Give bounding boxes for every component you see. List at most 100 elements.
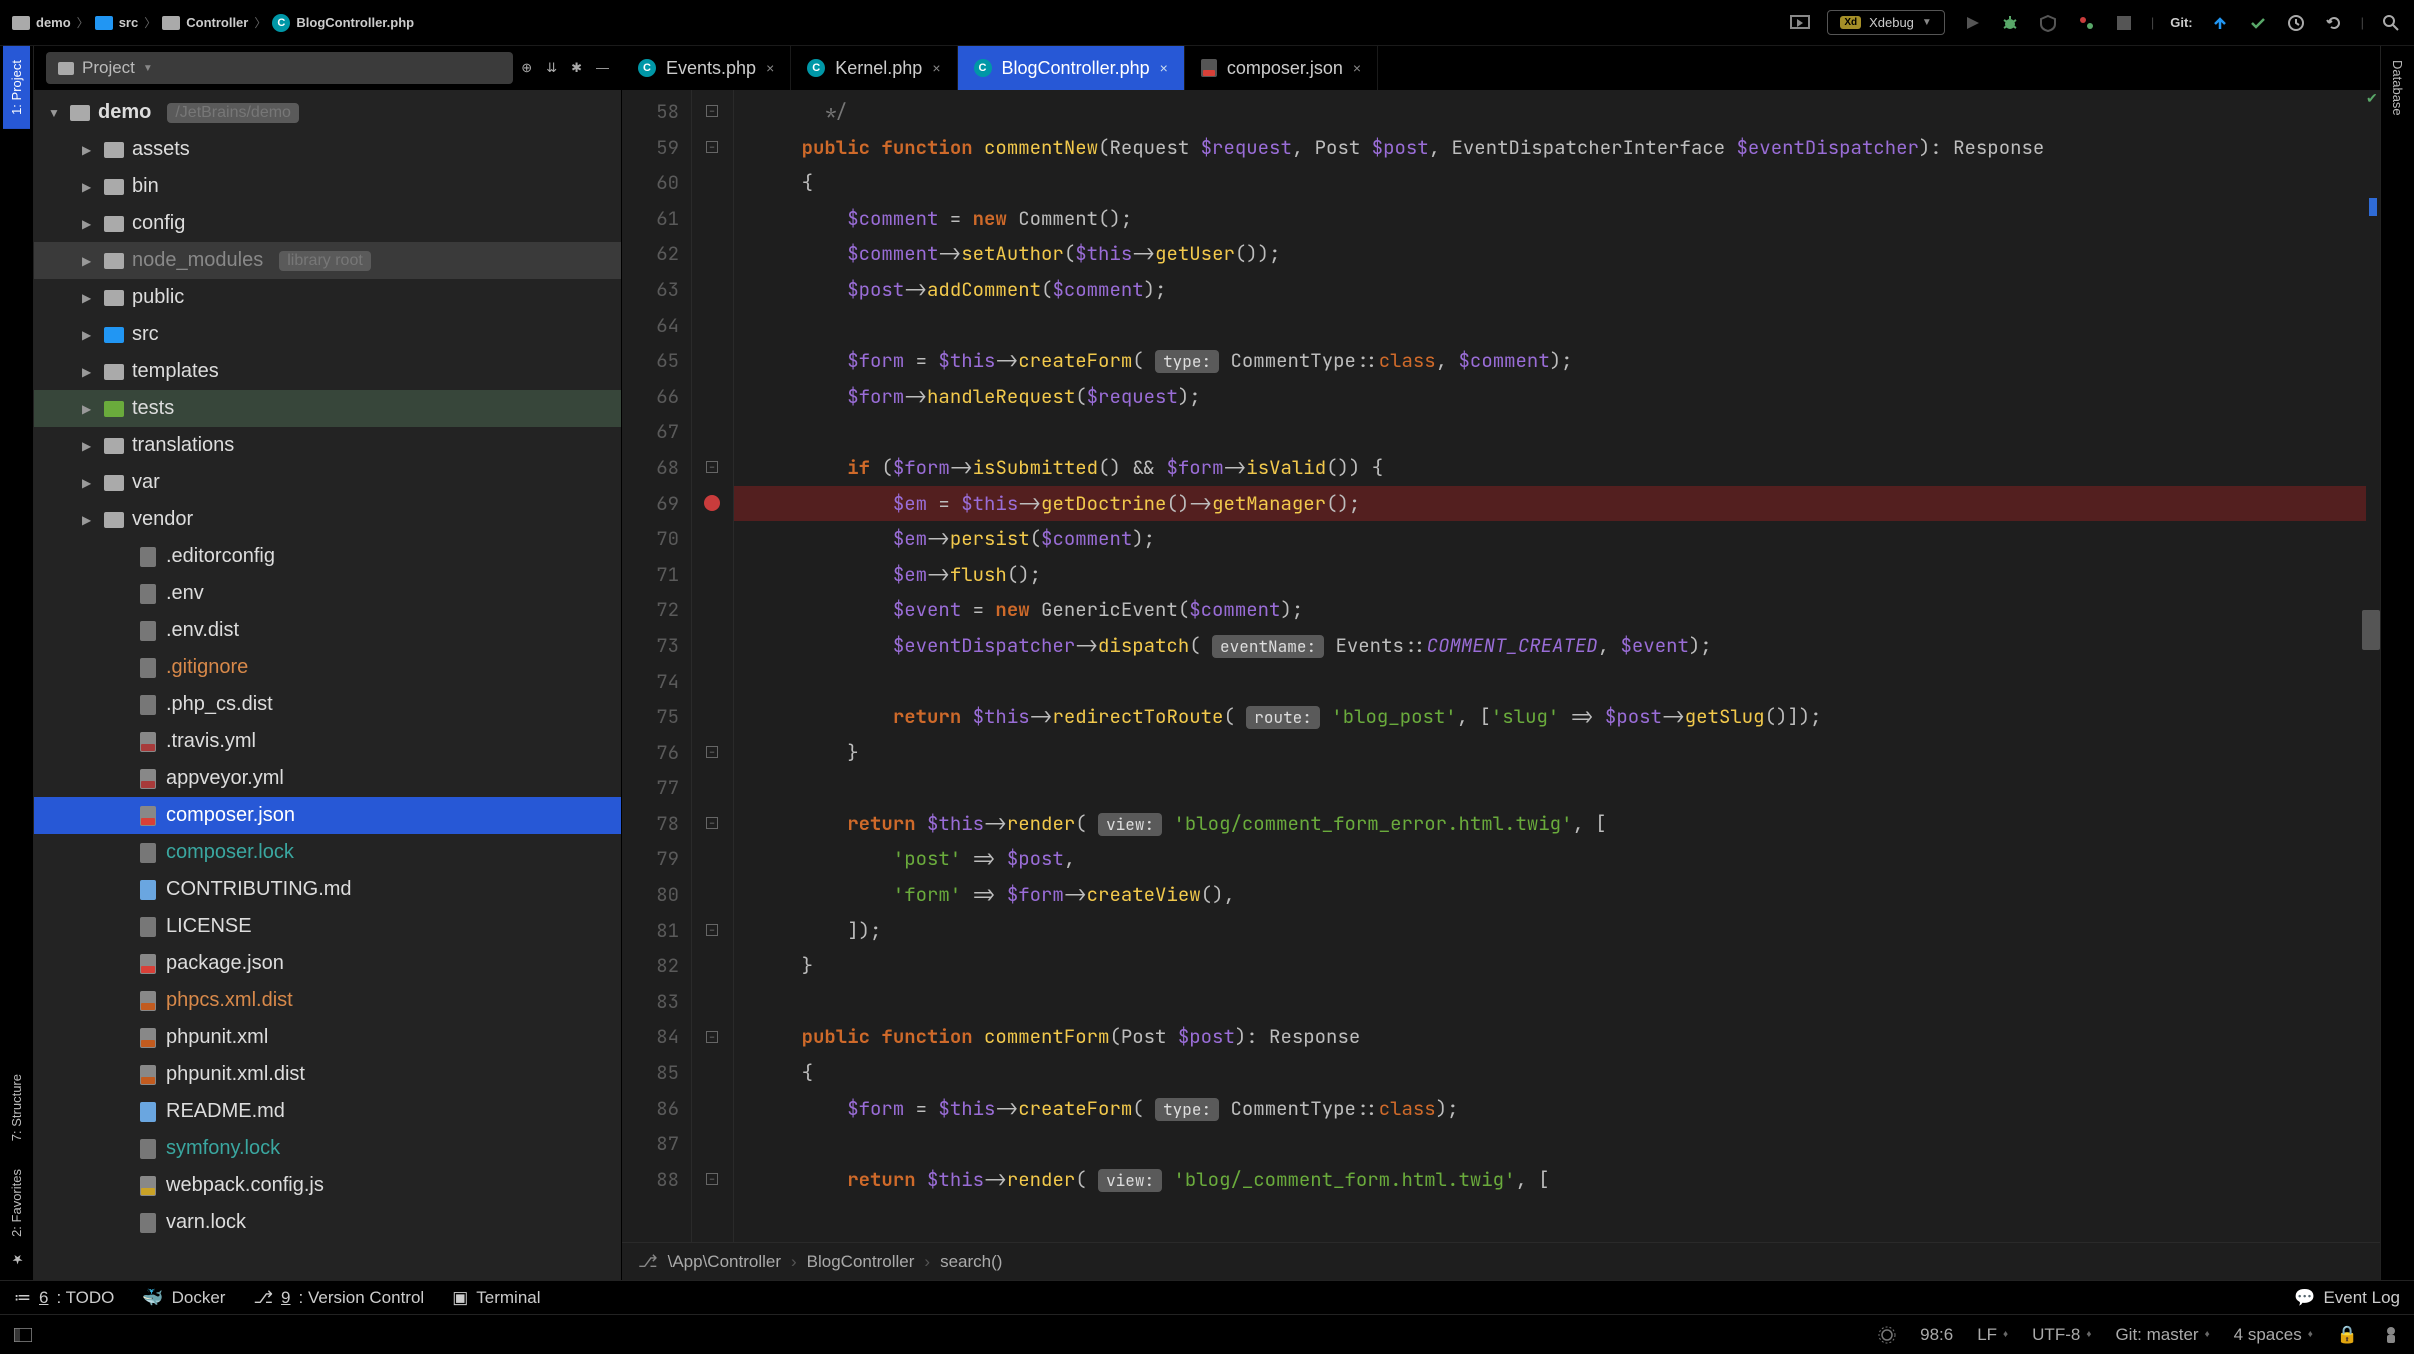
close-tab-icon[interactable]: × — [766, 60, 774, 76]
tree-row[interactable]: ▶config — [34, 205, 621, 242]
expand-arrow-icon[interactable]: ▼ — [48, 106, 62, 120]
line-number[interactable]: 80 — [622, 877, 679, 913]
expand-arrow-icon[interactable]: ▶ — [82, 180, 96, 194]
tree-row[interactable]: .env — [34, 575, 621, 612]
code-line[interactable]: $form = $this->createForm( type: Comment… — [756, 343, 2380, 379]
tree-row[interactable]: symfony.lock — [34, 1130, 621, 1167]
tree-row[interactable]: .php_cs.dist — [34, 686, 621, 723]
breadcrumb-item[interactable]: demo — [12, 15, 71, 30]
vcs-tool[interactable]: ⎇9: Version Control9: Version Control — [253, 1288, 424, 1308]
line-number[interactable]: 58 — [622, 94, 679, 130]
caret-position[interactable]: 98:6 — [1920, 1325, 1953, 1345]
close-tab-icon[interactable]: × — [932, 60, 940, 76]
overview-ruler[interactable]: ✔ — [2366, 90, 2380, 1242]
tree-row[interactable]: ▶var — [34, 464, 621, 501]
tree-row[interactable]: ▶tests — [34, 390, 621, 427]
code-line[interactable]: $comment->setAuthor($this->getUser()); — [756, 236, 2380, 272]
line-number[interactable]: 67 — [622, 414, 679, 450]
tree-row[interactable]: ▶node_moduleslibrary root — [34, 242, 621, 279]
run-config-selector[interactable]: Xd Xdebug ▼ — [1827, 10, 1945, 35]
readonly-lock-icon[interactable]: 🔒 — [2337, 1325, 2358, 1345]
crumb-method[interactable]: search() — [940, 1252, 1002, 1272]
breadcrumb-item[interactable]: src — [95, 15, 139, 30]
line-number[interactable]: 61 — [622, 201, 679, 237]
line-number[interactable]: 81 — [622, 913, 679, 949]
tree-row[interactable]: phpunit.xml — [34, 1019, 621, 1056]
settings-icon[interactable]: ✱ — [571, 60, 582, 76]
code-scroll[interactable]: */ public function commentNew(Request $r… — [734, 90, 2380, 1242]
editor-tab[interactable]: CBlogController.php× — [958, 46, 1185, 90]
code-line[interactable]: */ — [756, 94, 2380, 130]
expand-arrow-icon[interactable]: ▶ — [82, 254, 96, 268]
code-line[interactable]: $em = $this->getDoctrine()->getManager()… — [734, 486, 2380, 522]
presentation-icon[interactable] — [1789, 12, 1811, 34]
docker-tool[interactable]: 🐳Docker — [142, 1288, 225, 1308]
favorites-tool-tab[interactable]: ★2: Favorites — [3, 1155, 30, 1280]
line-number-gutter[interactable]: 5859606162636465666768697071727374757677… — [622, 90, 692, 1242]
code-line[interactable]: ]); — [756, 913, 2380, 949]
code-line[interactable] — [756, 770, 2380, 806]
tree-row[interactable]: ▶assets — [34, 131, 621, 168]
tree-row[interactable]: webpack.config.js — [34, 1167, 621, 1204]
line-number[interactable]: 76 — [622, 735, 679, 771]
line-number[interactable]: 59 — [622, 130, 679, 166]
line-number[interactable]: 84 — [622, 1019, 679, 1055]
expand-arrow-icon[interactable]: ▶ — [82, 513, 96, 527]
code-line[interactable] — [756, 1126, 2380, 1162]
tree-row[interactable]: ▶bin — [34, 168, 621, 205]
indent-info[interactable]: 4 spaces♦ — [2234, 1325, 2313, 1345]
expand-arrow-icon[interactable]: ▶ — [82, 291, 96, 305]
git-branch[interactable]: Git: master♦ — [2115, 1325, 2209, 1345]
tree-row[interactable]: .gitignore — [34, 649, 621, 686]
code-line[interactable]: return $this->render( view: 'blog/_comme… — [756, 1162, 2380, 1198]
line-number[interactable]: 87 — [622, 1126, 679, 1162]
hide-icon[interactable]: — — [596, 60, 609, 76]
line-number[interactable]: 79 — [622, 841, 679, 877]
close-tab-icon[interactable]: × — [1353, 60, 1361, 76]
expand-arrow-icon[interactable]: ▶ — [82, 365, 96, 379]
tree-row[interactable]: .editorconfig — [34, 538, 621, 575]
line-number[interactable]: 85 — [622, 1055, 679, 1091]
event-log-tool[interactable]: 💬Event Log — [2294, 1288, 2400, 1308]
tree-row[interactable]: ▶src — [34, 316, 621, 353]
expand-arrow-icon[interactable]: ▶ — [82, 328, 96, 342]
line-number[interactable]: 69 — [622, 486, 679, 522]
terminal-tool[interactable]: ▣Terminal — [452, 1288, 540, 1308]
line-number[interactable]: 63 — [622, 272, 679, 308]
debug-icon[interactable] — [1999, 12, 2021, 34]
code-line[interactable]: { — [756, 165, 2380, 201]
expand-arrow-icon[interactable]: ▶ — [82, 476, 96, 490]
run-icon[interactable] — [1961, 12, 1983, 34]
line-number[interactable]: 65 — [622, 343, 679, 379]
code-line[interactable]: $post->addComment($comment); — [756, 272, 2380, 308]
tree-row[interactable]: composer.json — [34, 797, 621, 834]
fold-icon[interactable]: − — [706, 817, 718, 829]
line-number[interactable]: 83 — [622, 984, 679, 1020]
revert-icon[interactable] — [2323, 12, 2345, 34]
code-line[interactable]: $em->flush(); — [756, 557, 2380, 593]
code-line[interactable]: return $this->redirectToRoute( route: 'b… — [756, 699, 2380, 735]
git-commit-icon[interactable] — [2247, 12, 2269, 34]
locate-icon[interactable]: ⊕ — [521, 60, 532, 76]
database-tool-tab[interactable]: Database — [2384, 46, 2411, 130]
project-tree[interactable]: ▼demo/JetBrains/demo▶assets▶bin▶config▶n… — [34, 90, 621, 1280]
editor-tab[interactable]: composer.json× — [1185, 46, 1378, 90]
code-line[interactable]: } — [756, 735, 2380, 771]
line-number[interactable]: 88 — [622, 1162, 679, 1198]
line-number[interactable]: 68 — [622, 450, 679, 486]
code-line[interactable]: } — [756, 948, 2380, 984]
cpu-indicator-icon[interactable] — [1878, 1326, 1896, 1344]
code-content[interactable]: */ public function commentNew(Request $r… — [734, 90, 2380, 1197]
project-tool-tab[interactable]: 1: Project — [3, 46, 30, 129]
line-number[interactable]: 75 — [622, 699, 679, 735]
code-line[interactable]: { — [756, 1055, 2380, 1091]
code-line[interactable]: return $this->render( view: 'blog/commen… — [756, 806, 2380, 842]
expand-arrow-icon[interactable]: ▶ — [82, 217, 96, 231]
code-breadcrumb[interactable]: ⎇ \App\Controller › BlogController › sea… — [622, 1242, 2380, 1280]
breadcrumb-item[interactable]: Controller — [162, 15, 248, 30]
line-number[interactable]: 72 — [622, 592, 679, 628]
code-line[interactable]: if ($form->isSubmitted() && $form->isVal… — [756, 450, 2380, 486]
tool-windows-icon[interactable] — [14, 1328, 32, 1342]
project-view-selector[interactable]: Project ▼ — [46, 52, 513, 84]
tree-row[interactable]: composer.lock — [34, 834, 621, 871]
